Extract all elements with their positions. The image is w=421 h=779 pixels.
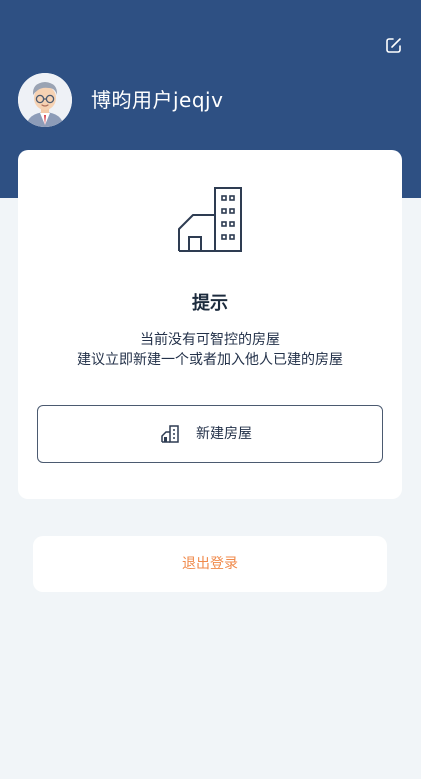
house-icon [161, 425, 179, 443]
house-building-icon [175, 185, 245, 255]
new-house-label: 新建房屋 [196, 426, 252, 442]
logout-label: 退出登录 [182, 556, 238, 572]
edit-icon[interactable] [384, 36, 404, 56]
logout-button[interactable]: 退出登录 [33, 536, 387, 592]
avatar-icon [18, 73, 72, 127]
avatar[interactable] [18, 73, 72, 127]
profile-page: 博昀用户jeqjv 提示 当前没有可智控的房屋 建议立即新建一个或者加入他人已建… [0, 0, 421, 779]
new-house-button[interactable]: 新建房屋 [37, 405, 383, 463]
empty-house-card: 提示 当前没有可智控的房屋 建议立即新建一个或者加入他人已建的房屋 新建房屋 [18, 150, 402, 499]
tip-message-line1: 当前没有可智控的房屋 [140, 332, 280, 348]
tip-message-line2: 建议立即新建一个或者加入他人已建的房屋 [77, 352, 343, 368]
username: 博昀用户jeqjv [91, 88, 224, 112]
tip-title: 提示 [192, 293, 228, 314]
